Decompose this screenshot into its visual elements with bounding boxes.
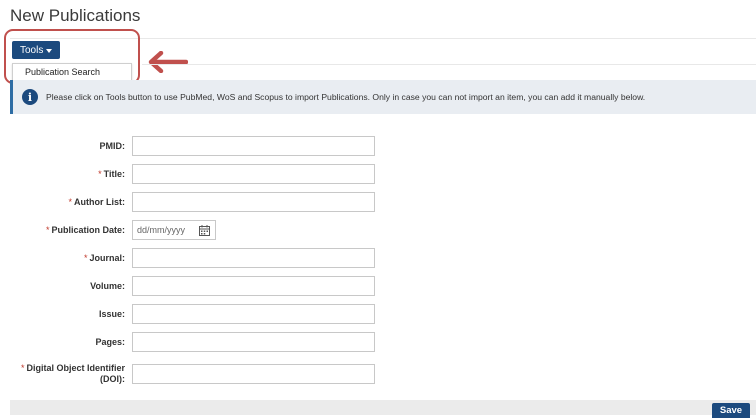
calendar-icon[interactable] (199, 225, 210, 236)
journal-field[interactable] (132, 248, 375, 268)
required-marker: * (45, 225, 50, 235)
pages-field[interactable] (132, 332, 375, 352)
info-alert: i Please click on Tools button to use Pu… (10, 80, 756, 114)
required-marker: * (68, 197, 72, 207)
publication-date-field[interactable]: dd/mm/yyyy (132, 220, 216, 240)
publication-date-label: * Publication Date: (45, 225, 125, 235)
doi-field[interactable] (132, 364, 375, 384)
required-marker: * (83, 253, 88, 263)
journal-label: * Journal: (83, 253, 125, 263)
volume-label: Volume: (90, 281, 125, 291)
issue-field[interactable] (132, 304, 375, 324)
footer-bar (10, 400, 756, 415)
pmid-field[interactable] (132, 136, 375, 156)
volume-field[interactable] (132, 276, 375, 296)
pmid-label: PMID: (99, 141, 126, 151)
title-label: * Title: (98, 169, 125, 179)
info-message: Please click on Tools button to use PubM… (46, 92, 646, 102)
pages-label: Pages: (95, 337, 125, 347)
author-list-field[interactable] (132, 192, 375, 212)
author-list-label: * Author List: (68, 197, 125, 207)
date-placeholder: dd/mm/yyyy (137, 225, 186, 235)
toolbar-divider (142, 64, 756, 65)
required-marker: * (98, 169, 102, 179)
page-title: New Publications (10, 6, 141, 25)
required-marker: * (20, 363, 25, 373)
title-field[interactable] (132, 164, 375, 184)
highlight-annotation-box (4, 29, 140, 84)
arrow-left-icon (148, 51, 188, 73)
save-button[interactable]: Save (712, 403, 750, 418)
doi-label: * Digital Object Identifier (DOI): (20, 363, 125, 384)
issue-label: Issue: (98, 309, 125, 319)
info-icon: i (22, 89, 38, 105)
